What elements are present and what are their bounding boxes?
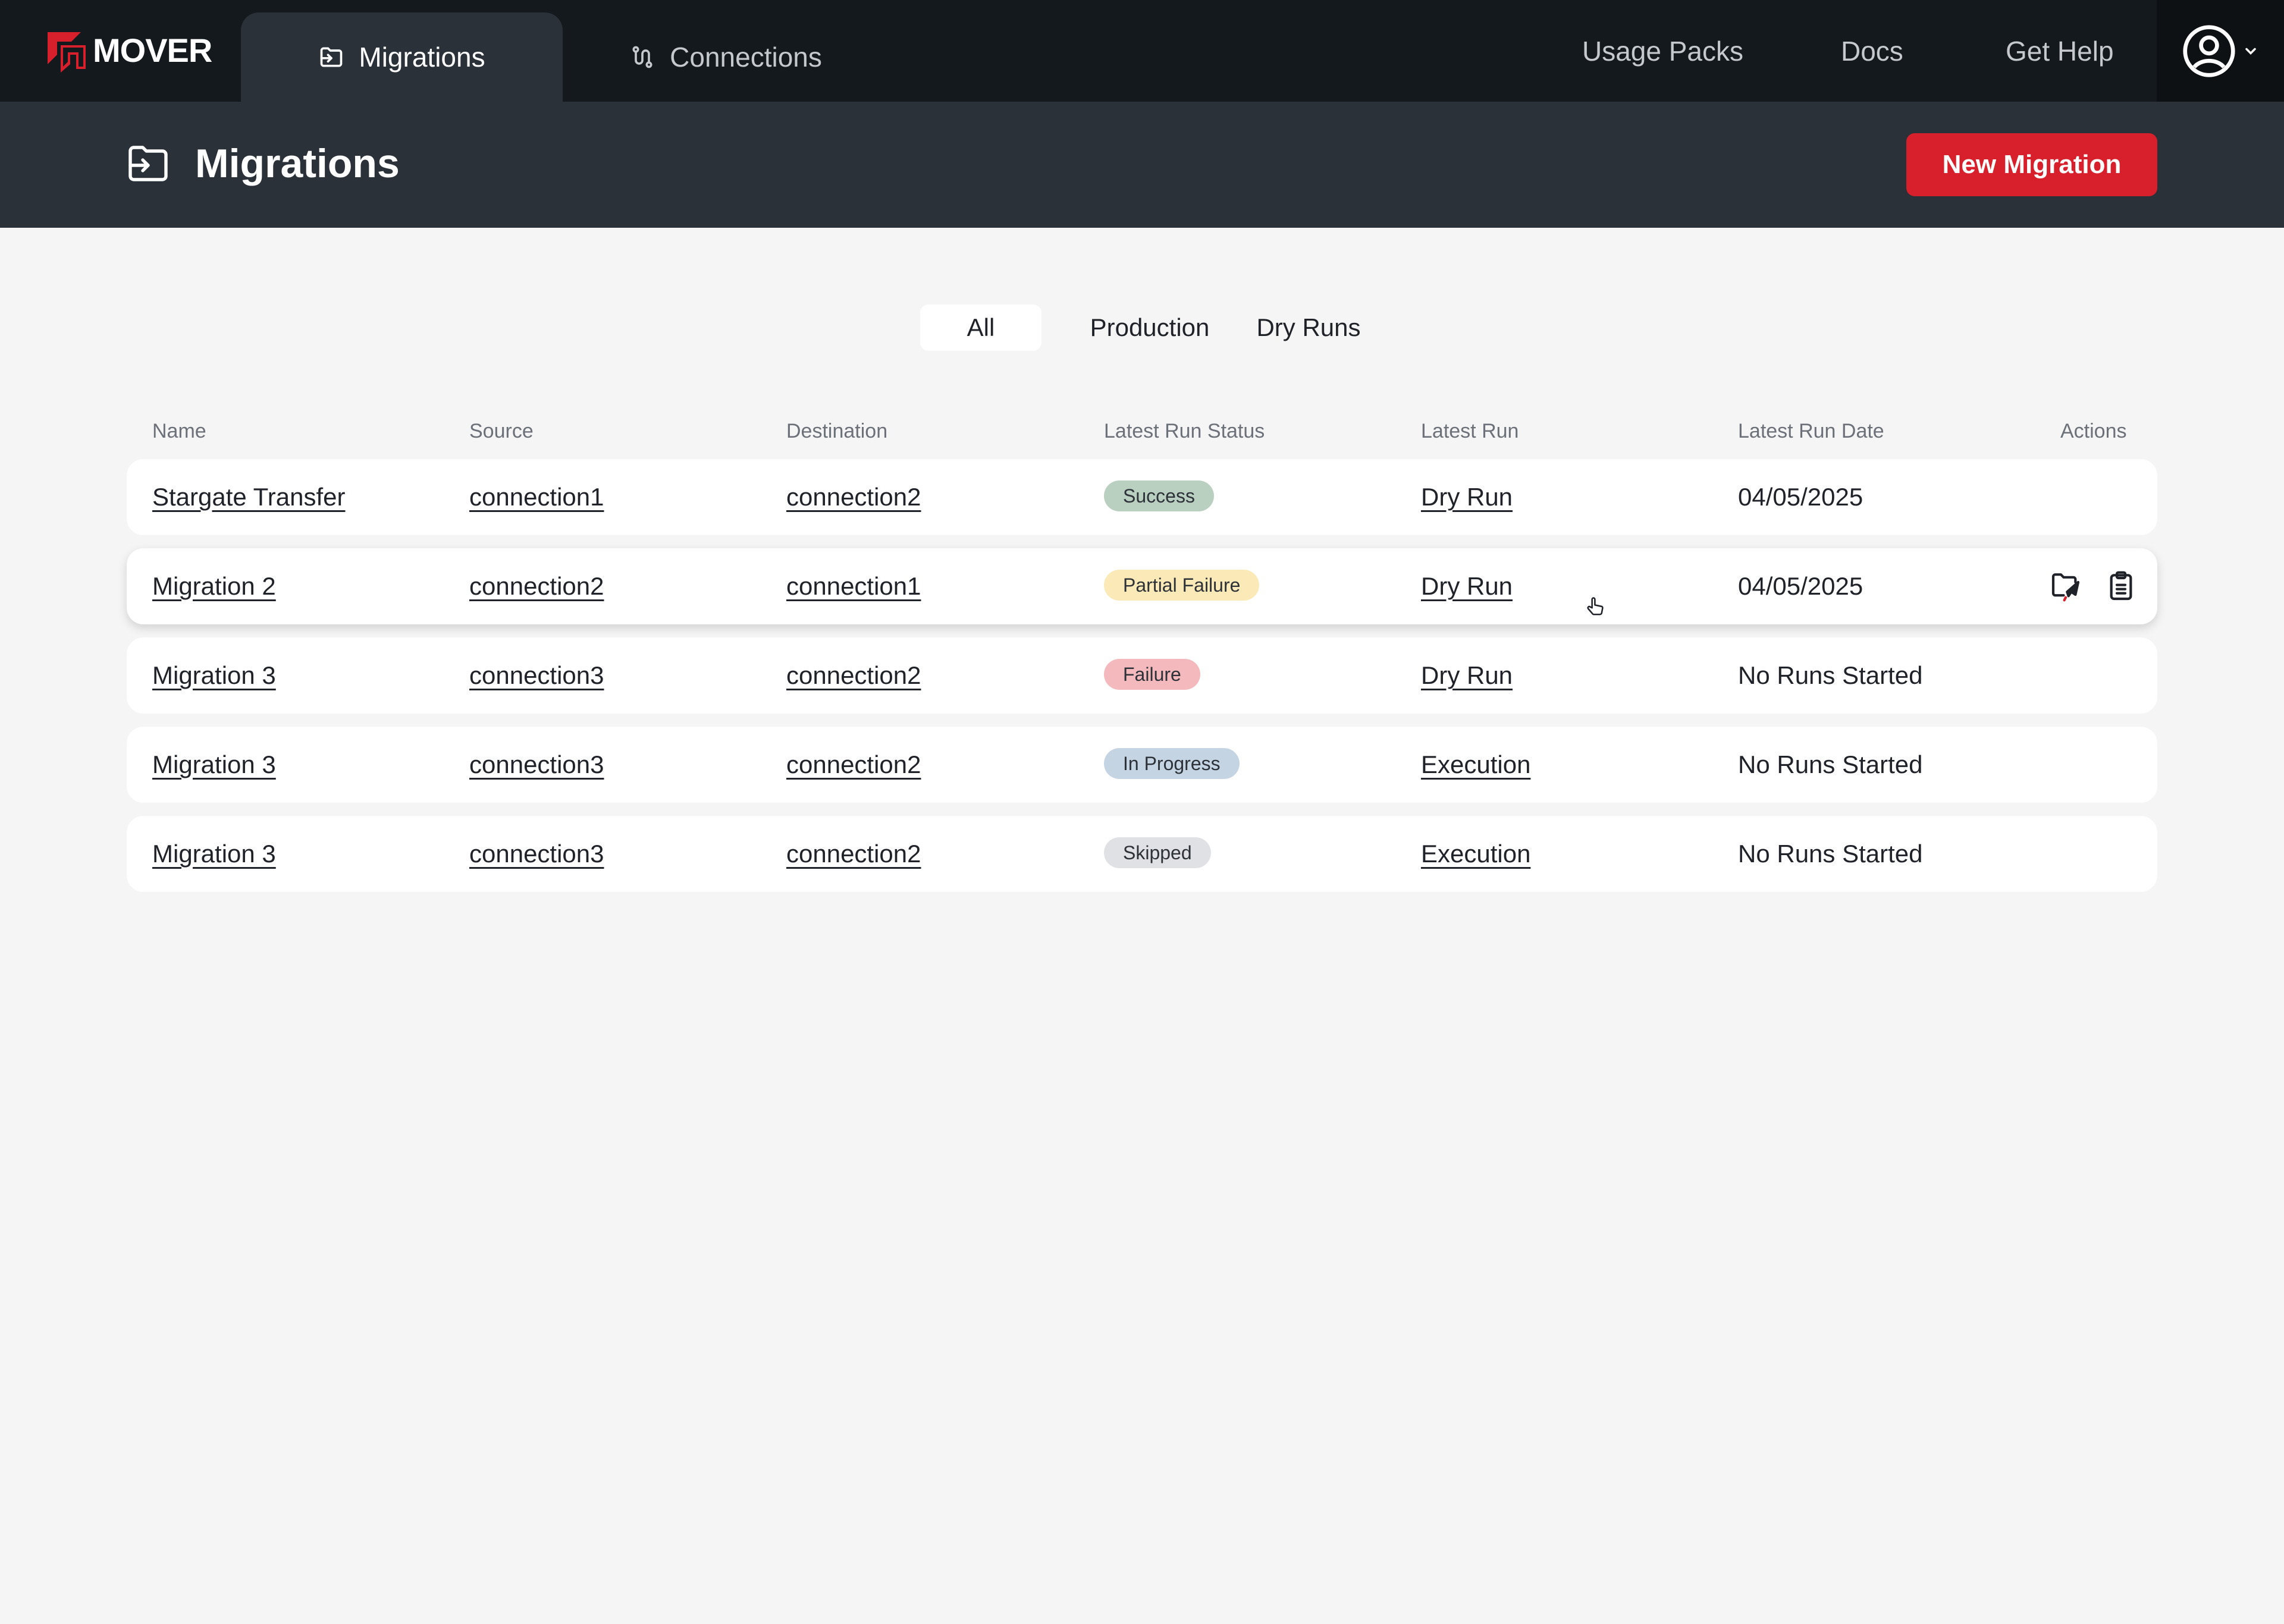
source-connection-link[interactable]: connection3: [469, 637, 604, 714]
destination-connection-link[interactable]: connection1: [786, 548, 921, 624]
destination-connection-link[interactable]: connection2: [786, 459, 921, 535]
nav-link-usage-packs[interactable]: Usage Packs: [1582, 0, 1743, 102]
status-badge: Skipped: [1104, 837, 1211, 868]
migration-name-link[interactable]: Migration 2: [152, 548, 276, 624]
latest-run-date: 04/05/2025: [1738, 483, 1863, 511]
nav-link-get-help[interactable]: Get Help: [2006, 0, 2114, 102]
brand-name: MOVER: [93, 31, 212, 69]
source-connection-link[interactable]: connection2: [469, 548, 604, 624]
table-row[interactable]: Migration 3 connection3 connection2 In P…: [127, 727, 2157, 803]
connection-route-icon: [632, 46, 652, 68]
column-header-latest-run[interactable]: Latest Run: [1421, 416, 1519, 446]
destination-connection-link[interactable]: connection2: [786, 816, 921, 892]
chevron-down-icon: [2245, 48, 2256, 55]
nav-tab-label: Connections: [670, 42, 822, 73]
nav-tab-label: Migrations: [359, 42, 485, 73]
migration-name-link[interactable]: Migration 3: [152, 637, 276, 714]
nav-link-docs[interactable]: Docs: [1841, 0, 1903, 102]
latest-run-link[interactable]: Execution: [1421, 816, 1530, 892]
migration-name-link[interactable]: Migration 3: [152, 727, 276, 803]
column-header-latest-run-status[interactable]: Latest Run Status: [1104, 416, 1265, 446]
status-badge: Partial Failure: [1104, 570, 1260, 601]
mouse-pointer-icon: [1587, 597, 1604, 615]
column-header-source[interactable]: Source: [469, 416, 534, 446]
latest-run-date: No Runs Started: [1738, 750, 1923, 778]
table-row[interactable]: Migration 3 connection3 connection2 Skip…: [127, 816, 2157, 892]
status-badge: In Progress: [1104, 748, 1240, 779]
filter-tab-all[interactable]: All: [920, 304, 1041, 351]
folder-import-icon: [321, 47, 343, 67]
source-connection-link[interactable]: connection3: [469, 727, 604, 803]
latest-run-date: No Runs Started: [1738, 840, 1923, 868]
mover-logo[interactable]: MOVER: [45, 27, 212, 73]
source-connection-link[interactable]: connection3: [469, 816, 604, 892]
user-menu-button[interactable]: [2157, 0, 2284, 102]
table-row[interactable]: Migration 2 connection2 connection1 Part…: [127, 548, 2157, 624]
folder-import-icon: [128, 146, 168, 181]
latest-run-date: 04/05/2025: [1738, 572, 1863, 600]
user-circle-icon: [2183, 24, 2235, 77]
table-row[interactable]: Stargate Transfer connection1 connection…: [127, 459, 2157, 535]
clipboard-icon[interactable]: [2104, 570, 2138, 603]
destination-connection-link[interactable]: connection2: [786, 727, 921, 803]
column-header-destination[interactable]: Destination: [786, 416, 887, 446]
filter-tab-dry-runs[interactable]: Dry Runs: [1249, 304, 1368, 351]
nav-tab-migrations[interactable]: Migrations: [241, 12, 563, 102]
table-row[interactable]: Migration 3 connection3 connection2 Fail…: [127, 637, 2157, 714]
latest-run-link[interactable]: Dry Run: [1421, 637, 1513, 714]
destination-connection-link[interactable]: connection2: [786, 637, 921, 714]
status-badge: Success: [1104, 480, 1214, 511]
source-connection-link[interactable]: connection1: [469, 459, 604, 535]
column-header-latest-run-date[interactable]: Latest Run Date: [1738, 416, 1884, 446]
filter-tab-production[interactable]: Production: [1074, 304, 1226, 351]
column-header-actions: Actions: [2060, 420, 2127, 442]
page-title: Migrations: [195, 141, 400, 186]
run-migration-icon[interactable]: [2049, 570, 2082, 603]
latest-run-date: No Runs Started: [1738, 661, 1923, 689]
status-badge: Failure: [1104, 659, 1200, 690]
nav-tab-connections[interactable]: Connections: [601, 12, 851, 102]
top-navbar: MOVER Migrations Connections Usage Packs…: [0, 0, 2284, 102]
latest-run-link[interactable]: Dry Run: [1421, 459, 1513, 535]
migration-name-link[interactable]: Migration 3: [152, 816, 276, 892]
latest-run-link[interactable]: Dry Run: [1421, 548, 1513, 624]
migration-name-link[interactable]: Stargate Transfer: [152, 459, 346, 535]
latest-run-link[interactable]: Execution: [1421, 727, 1530, 803]
new-migration-button[interactable]: New Migration: [1906, 133, 2157, 196]
mover-logo-icon: [48, 32, 86, 73]
column-header-name[interactable]: Name: [152, 416, 206, 446]
